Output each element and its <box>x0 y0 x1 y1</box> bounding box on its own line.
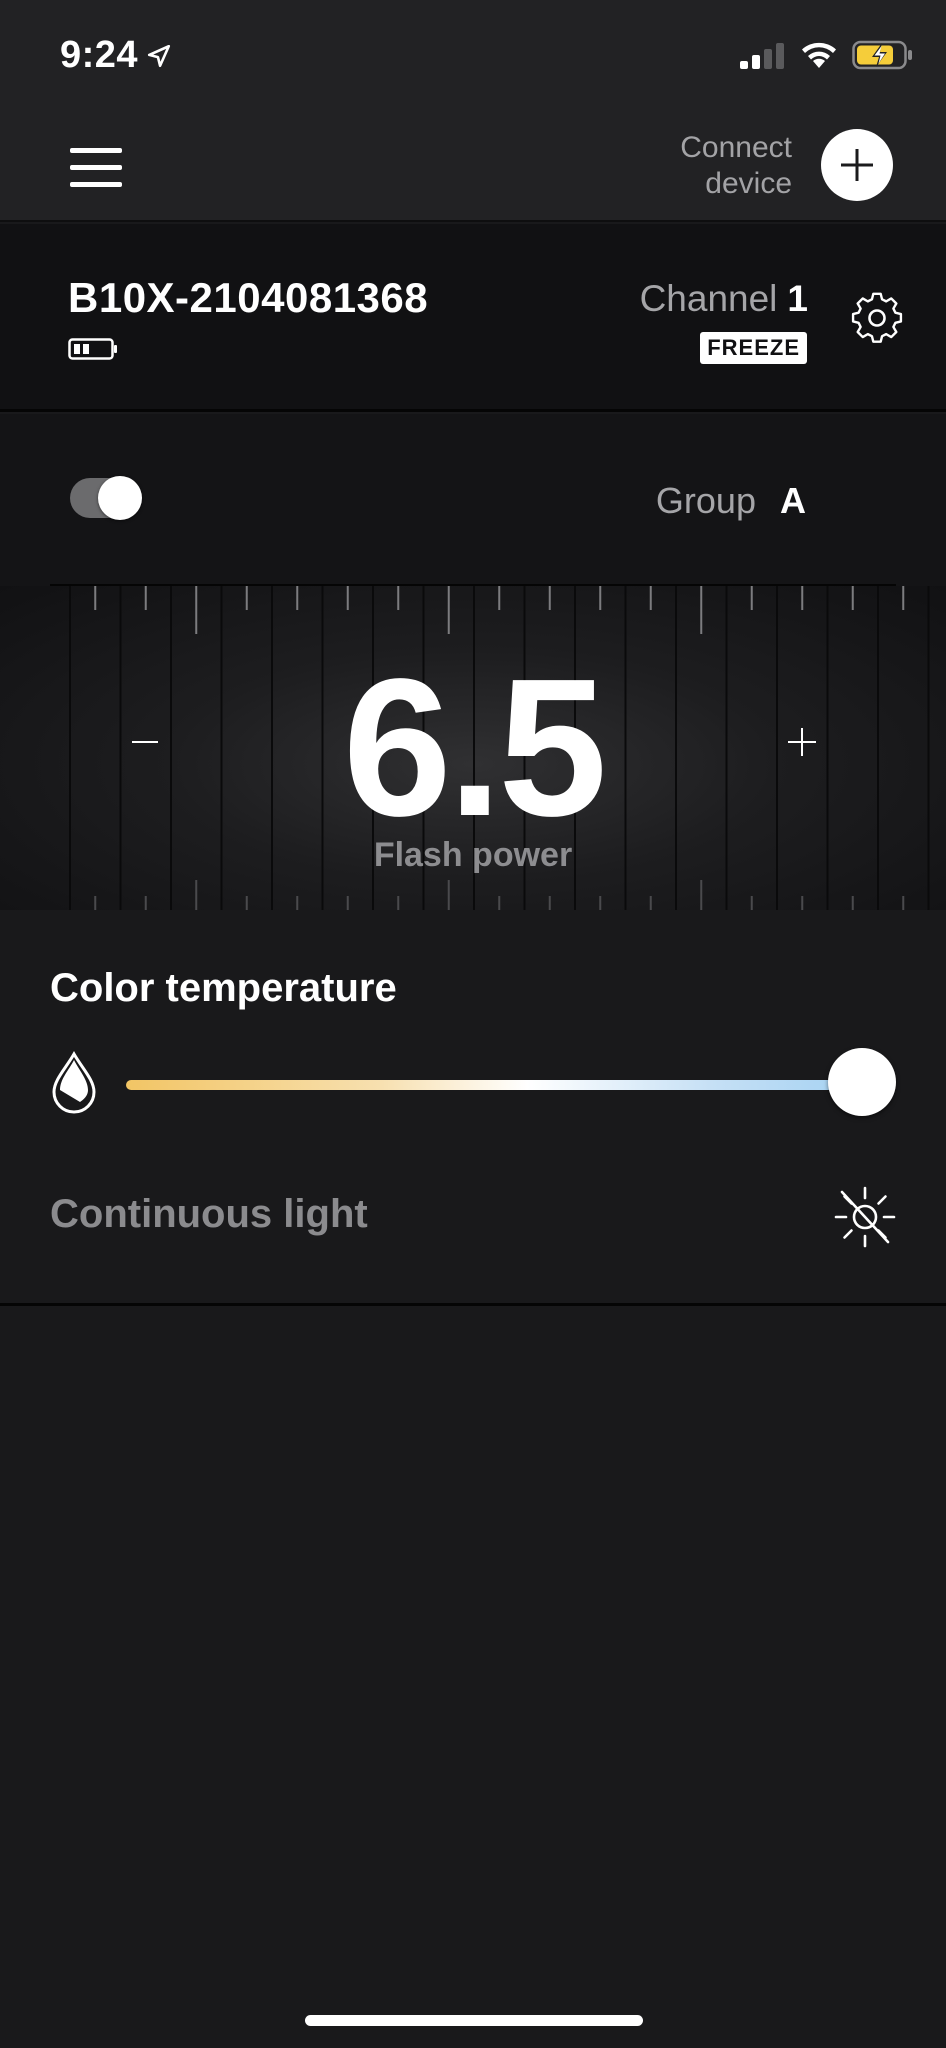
toggle-knob <box>98 476 142 520</box>
color-temperature-panel: Color temperature Continuous light <box>0 910 946 1306</box>
clock-time: 9:24 <box>60 34 139 76</box>
flash-power-dial[interactable]: 6.5 Flash power <box>0 586 946 910</box>
group-toggle[interactable] <box>70 476 142 520</box>
group-label: Group A <box>656 480 806 522</box>
connect-device-button[interactable] <box>821 129 893 201</box>
color-temperature-slider-knob[interactable] <box>828 1048 896 1116</box>
status-time: 9:24 <box>60 34 172 77</box>
group-letter: A <box>780 480 806 521</box>
gear-icon[interactable] <box>850 291 904 345</box>
hamburger-menu-icon[interactable] <box>70 148 124 188</box>
droplet-icon <box>52 1050 96 1114</box>
connect-label-line2: device <box>705 167 792 200</box>
light-off-icon[interactable] <box>832 1184 898 1250</box>
channel-value: 1 <box>787 278 808 319</box>
channel-indicator: Channel 1 <box>640 278 808 320</box>
app-header: Connect device <box>0 112 946 222</box>
battery-charging-icon <box>852 40 912 70</box>
device-name: B10X-2104081368 <box>68 274 429 321</box>
increase-power-button[interactable] <box>782 722 822 762</box>
connect-label-line1: Connect <box>680 131 792 164</box>
wifi-icon <box>802 42 836 68</box>
cellular-signal-icon <box>740 43 784 69</box>
device-panel: B10X-2104081368 Channel 1 FREEZE <box>0 224 946 412</box>
channel-label: Channel <box>639 278 778 319</box>
status-bar: 9:24 <box>0 0 946 112</box>
group-panel: Group A 6.5 Flash power <box>0 414 946 910</box>
home-indicator[interactable] <box>305 2015 643 2026</box>
device-battery-icon <box>68 338 117 360</box>
location-arrow-icon <box>148 44 171 67</box>
group-label-text: Group <box>655 480 756 521</box>
color-temperature-slider[interactable] <box>126 1080 856 1090</box>
flash-power-label: Flash power <box>373 836 573 874</box>
connect-device-label[interactable]: Connect device <box>592 130 792 202</box>
continuous-light-label: Continuous light <box>50 1192 368 1236</box>
color-temperature-title: Color temperature <box>50 966 397 1010</box>
status-icons <box>740 40 914 70</box>
freeze-badge: FREEZE <box>700 332 807 364</box>
